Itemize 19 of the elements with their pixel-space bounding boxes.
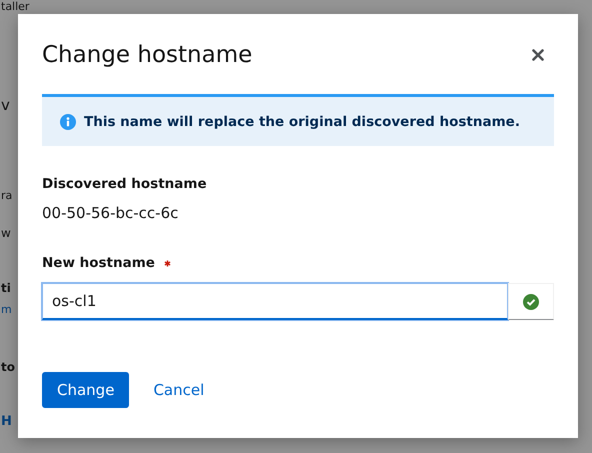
cancel-link[interactable]: Cancel (137, 372, 220, 408)
hostname-input[interactable]: os-cl1 (42, 283, 508, 320)
change-button[interactable]: Change (42, 372, 130, 408)
close-icon[interactable] (532, 49, 544, 61)
background-text: v (1, 96, 10, 114)
field-label: Discovered hostname (42, 176, 208, 192)
check-circle-icon (523, 294, 539, 310)
background-text: ti (1, 282, 11, 296)
background-text: ra (1, 190, 12, 203)
dialog-title: Change hostname (42, 41, 252, 70)
background-text: to (1, 360, 15, 375)
field-value: 00-50-56-bc-cc-6c (42, 204, 180, 222)
background-text: taller (1, 1, 30, 14)
background-text: m (1, 304, 12, 317)
background-text: w (1, 226, 11, 240)
background-text: H (1, 414, 12, 430)
info-icon (60, 114, 76, 130)
field-label: New hostname (42, 255, 155, 271)
alert-message: This name will replace the original discovered hostname. (84, 114, 520, 130)
